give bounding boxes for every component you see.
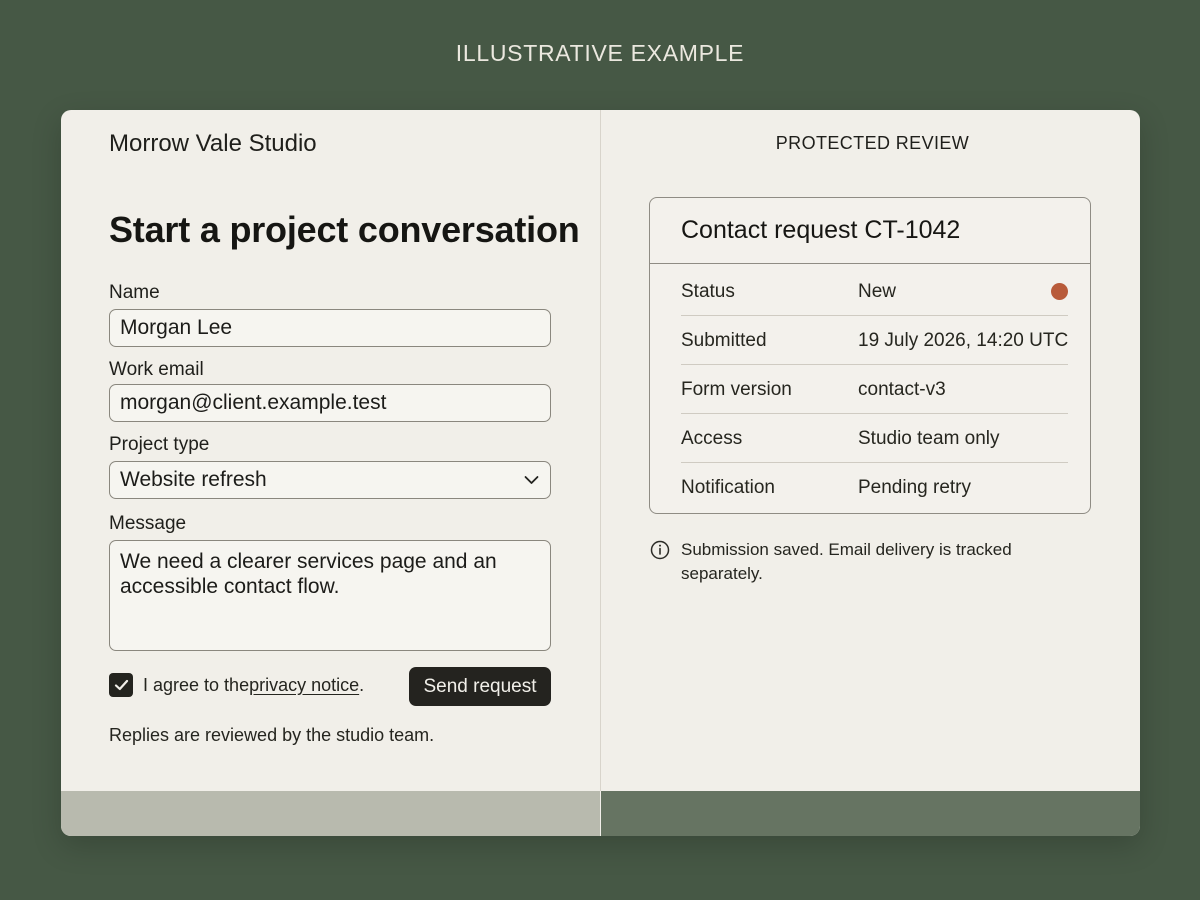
submitted-row: Submitted 19 July 2026, 14:20 UTC (681, 316, 1068, 365)
info-icon (650, 540, 670, 560)
send-request-button[interactable]: Send request (409, 667, 551, 706)
message-label: Message (109, 513, 187, 534)
notification-value: Pending retry (858, 476, 972, 498)
access-key: Access (681, 427, 743, 449)
card-header-divider (650, 263, 1090, 264)
project-type-label: Project type (109, 434, 210, 455)
contact-request-title: Contact request CT-1042 (681, 216, 961, 244)
form-version-row: Form version contact-v3 (681, 365, 1068, 414)
illustrative-example-banner: ILLUSTRATIVE EXAMPLE (455, 40, 745, 66)
submitted-key: Submitted (681, 329, 767, 351)
submission-info-note: Submission saved. Email delivery is trac… (650, 538, 1080, 586)
project-type-select[interactable]: Website refresh (109, 461, 551, 499)
contact-request-card: Contact request CT-1042 Status New Submi… (649, 197, 1091, 514)
notification-key: Notification (681, 476, 775, 498)
status-value: New (858, 280, 897, 302)
form-version-value: contact-v3 (858, 378, 946, 400)
check-icon (114, 675, 129, 696)
chevron-down-icon (522, 471, 540, 489)
protected-review-label: PROTECTED REVIEW (775, 133, 970, 153)
status-dot-icon (1051, 283, 1068, 300)
consent-prefix: I agree to the (143, 674, 250, 695)
page-title: Start a project conversation (109, 209, 580, 250)
studio-brand: Morrow Vale Studio (109, 130, 317, 157)
name-field[interactable]: Morgan Lee (109, 309, 551, 347)
review-footnote: Replies are reviewed by the studio team. (109, 725, 435, 745)
message-field[interactable]: We need a clearer services page and an a… (109, 540, 551, 651)
panel-divider (600, 110, 601, 791)
left-footer-band (61, 791, 600, 836)
message-value: We need a clearer services page and an a… (120, 550, 497, 598)
work-email-field[interactable]: morgan@client.example.test (109, 384, 551, 422)
submitted-value: 19 July 2026, 14:20 UTC (858, 329, 1069, 351)
app-card: Morrow Vale Studio Start a project conve… (61, 110, 1140, 836)
work-email-label: Work email (109, 359, 204, 380)
status-key: Status (681, 280, 735, 302)
form-version-key: Form version (681, 378, 792, 400)
status-row: Status New (681, 267, 1068, 316)
access-row: Access Studio team only (681, 414, 1068, 463)
work-email-value: morgan@client.example.test (120, 391, 387, 414)
privacy-consent: I agree to the privacy notice . (109, 673, 364, 697)
submission-info-text: Submission saved. Email delivery is trac… (681, 540, 1012, 583)
name-label: Name (109, 282, 160, 303)
right-footer-band (601, 791, 1140, 836)
privacy-notice-link[interactable]: privacy notice (249, 675, 359, 696)
access-value: Studio team only (858, 427, 1000, 449)
project-type-value: Website refresh (120, 468, 267, 491)
name-value: Morgan Lee (120, 316, 233, 339)
privacy-consent-checkbox[interactable] (109, 673, 133, 697)
consent-suffix: . (359, 674, 365, 695)
notification-row: Notification Pending retry (681, 463, 1068, 512)
